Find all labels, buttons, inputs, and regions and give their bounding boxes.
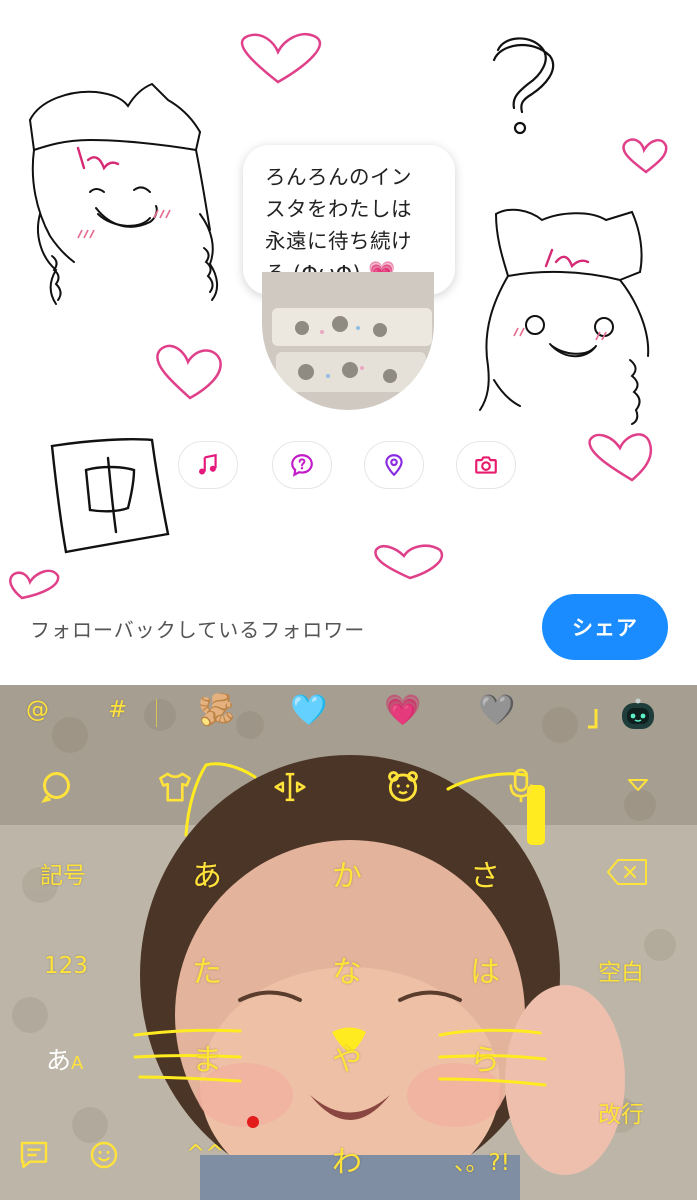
heart-doodle — [588, 433, 653, 482]
music-sticker-button[interactable] — [178, 441, 238, 489]
shirt-icon[interactable] — [156, 769, 194, 805]
enter-key[interactable]: 改行 — [598, 1095, 644, 1129]
ginger-emoji-key[interactable]: 🫚 — [198, 693, 235, 728]
quote-line: スタをわたしは — [265, 197, 412, 221]
comment-icon[interactable] — [18, 1139, 50, 1171]
heart-doodle — [622, 138, 668, 174]
quote-line: 永遠に待ち続け — [265, 229, 412, 253]
heart-doodle — [240, 33, 322, 84]
pink-heart-emoji-key[interactable]: 💗 — [384, 693, 421, 728]
emoji-smile-icon[interactable] — [88, 1139, 120, 1171]
key-ra[interactable]: ら — [470, 1035, 500, 1079]
punctuation-key[interactable]: 、。?! — [454, 1143, 510, 1177]
symbols-key[interactable]: 記号 — [40, 856, 86, 890]
input-mode-sub: A — [71, 1053, 84, 1074]
space-key[interactable]: 空白 — [598, 953, 644, 987]
heart-doodle — [156, 344, 222, 400]
robot-assistant-icon[interactable] — [618, 697, 658, 733]
search-icon[interactable] — [40, 769, 76, 805]
key-ka[interactable]: か — [332, 851, 362, 895]
key-ta[interactable]: た — [192, 947, 222, 991]
input-mode-key[interactable]: あA — [46, 1041, 83, 1077]
key-ya[interactable]: や — [332, 1035, 362, 1079]
theme-indicator-icon — [588, 709, 598, 729]
light-blue-heart-emoji-key[interactable]: 🩵 — [290, 693, 327, 728]
microphone-icon[interactable] — [506, 767, 536, 805]
top-row-divider — [156, 699, 157, 727]
share-button[interactable]: シェア — [542, 594, 668, 660]
camera-icon — [475, 456, 497, 474]
key-ma[interactable]: ま — [192, 1035, 222, 1079]
input-mode-main: あ — [46, 1046, 72, 1075]
location-pin-icon — [385, 454, 403, 477]
key-ha[interactable]: は — [470, 947, 500, 991]
bear-face-icon[interactable] — [384, 767, 422, 805]
key-a[interactable]: あ — [192, 851, 222, 895]
backspace-icon[interactable] — [606, 857, 650, 887]
kaomoji-key[interactable]: ^^ — [186, 1141, 225, 1167]
question-bubble-icon — [291, 454, 313, 477]
keyboard: @ # 🫚 🩵 💗 🩶 記号 あ か さ 123 た な は 空白 あA ま や… — [0, 685, 697, 1200]
location-sticker-button[interactable] — [364, 441, 424, 489]
music-note-icon — [199, 453, 217, 475]
dropdown-triangle-icon[interactable] — [626, 777, 650, 793]
question-sticker-button[interactable] — [272, 441, 332, 489]
heart-doodle — [374, 544, 444, 580]
camera-sticker-button[interactable] — [456, 441, 516, 489]
key-na[interactable]: な — [332, 947, 362, 991]
numbers-key[interactable]: 123 — [44, 953, 88, 979]
story-canvas: ろんろんのイン スタをわたしは 永遠に待ち続け る (ΦωΦ) 💗 フォローバッ… — [0, 0, 697, 685]
baby-photo-background — [0, 685, 697, 1200]
grey-heart-emoji-key[interactable]: 🩶 — [478, 693, 515, 728]
key-wa[interactable]: わ — [332, 1137, 362, 1181]
key-sa[interactable]: さ — [470, 851, 500, 895]
at-key[interactable]: @ — [26, 697, 49, 723]
heart-doodle — [9, 569, 60, 600]
followers-label[interactable]: フォローバックしているフォロワー — [30, 614, 365, 643]
hash-key[interactable]: # — [108, 697, 127, 723]
quote-line: ろんろんのイン — [265, 165, 412, 189]
cursor-move-icon[interactable] — [270, 769, 310, 805]
